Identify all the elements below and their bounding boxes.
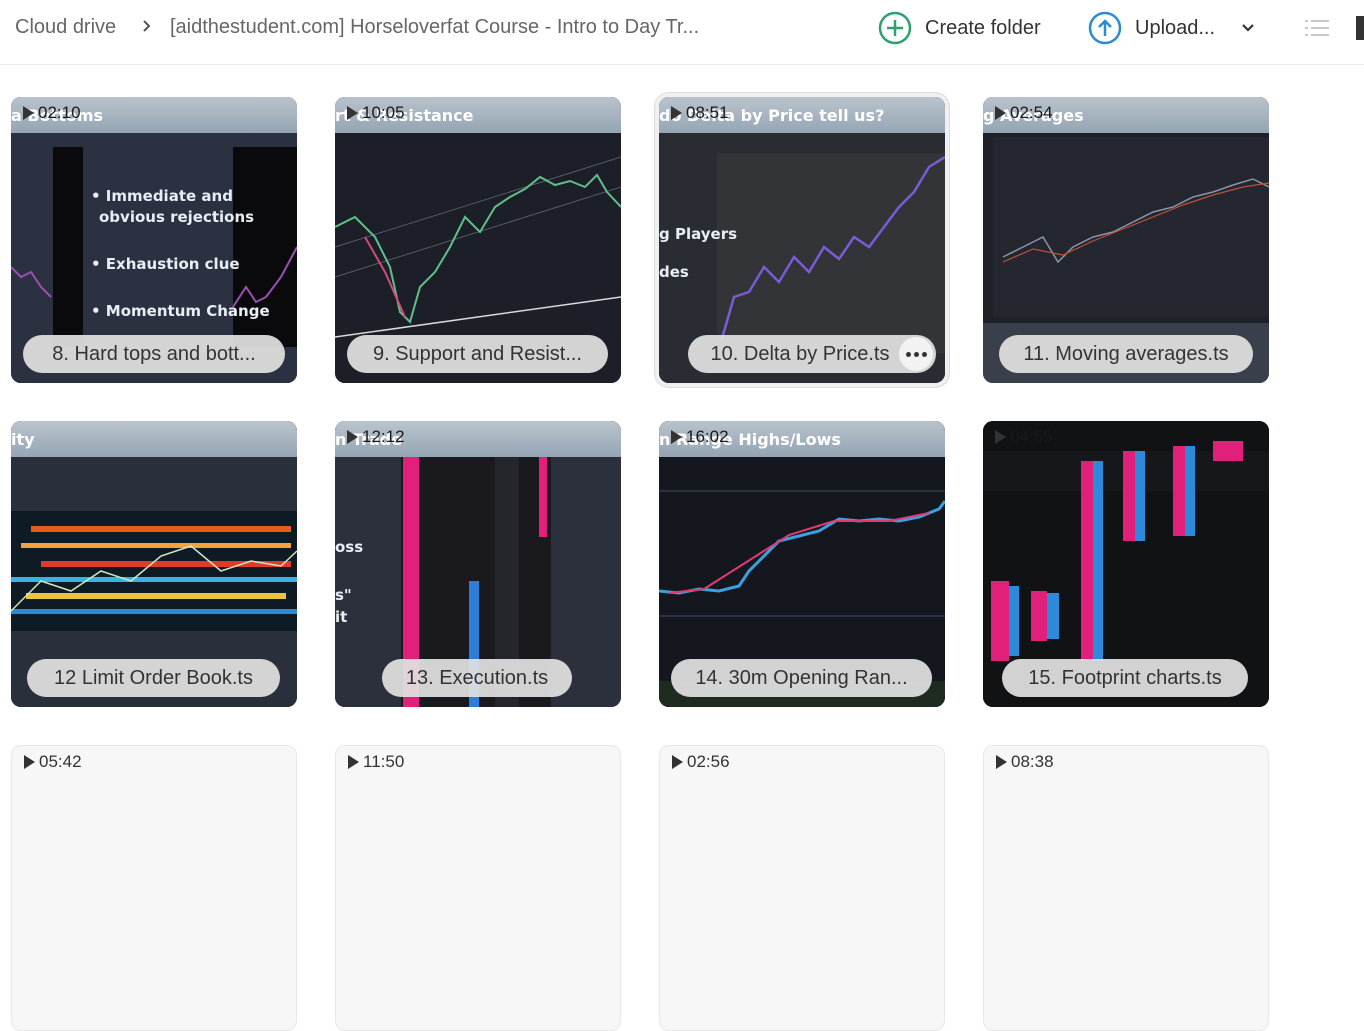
file-grid: a Bottoms • Immediate and obvious reject…	[0, 0, 1364, 1031]
slide-bullet: • Momentum Change	[91, 302, 270, 320]
video-tile[interactable]: rt & Resistance 10:05 9. Support and Res…	[335, 97, 621, 383]
slide-text: it	[335, 608, 348, 626]
video-tile[interactable]: ity 12 Limit Order Book.ts	[11, 421, 297, 707]
video-duration: 10:05	[347, 103, 405, 123]
slide-text: des	[659, 263, 689, 281]
video-duration: 02:56	[672, 752, 730, 772]
slide-bullet: obvious rejections	[99, 208, 255, 226]
slide-bullet: • Immediate and	[91, 187, 233, 205]
video-duration: 12:12	[347, 427, 405, 447]
video-duration: 08:38	[996, 752, 1054, 772]
video-duration: 02:54	[995, 103, 1053, 123]
video-tile[interactable]: 04:55 15. Footprint charts.ts	[983, 421, 1269, 707]
video-duration: 08:51	[671, 103, 729, 123]
play-icon	[671, 106, 682, 120]
file-name-label: 15. Footprint charts.ts	[1002, 659, 1248, 697]
video-tile[interactable]: 08:38	[983, 745, 1269, 1031]
play-icon	[995, 106, 1006, 120]
video-tile[interactable]: 11:50	[335, 745, 621, 1031]
file-name-label: 13. Execution.ts	[382, 659, 572, 697]
video-duration: 05:42	[24, 752, 82, 772]
file-name-label: 11. Moving averages.ts	[999, 335, 1253, 373]
file-name-label: 14. 30m Opening Ran...	[671, 659, 932, 697]
video-tile[interactable]: a Bottoms • Immediate and obvious reject…	[11, 97, 297, 383]
video-tile[interactable]: n Trade oss s" it 12:12 13. Execution.ts	[335, 421, 621, 707]
thumbnail-title-strip	[11, 421, 297, 457]
play-icon	[347, 106, 358, 120]
thumbnail-title: ity	[11, 430, 35, 449]
slide-bullet: • Exhaustion clue	[91, 255, 240, 273]
more-options-button[interactable]	[899, 337, 933, 371]
video-duration: 02:10	[23, 103, 81, 123]
video-tile[interactable]: 05:42	[11, 745, 297, 1031]
video-tile[interactable]: n Range Highs/Lows 16:02 14. 30m Opening…	[659, 421, 945, 707]
play-icon	[348, 755, 359, 769]
file-name-label: 12 Limit Order Book.ts	[27, 659, 280, 697]
play-icon	[24, 755, 35, 769]
video-duration: 11:50	[348, 752, 404, 772]
video-tile[interactable]: g Averages 02:54 11. Moving averages.ts	[983, 97, 1269, 383]
play-icon	[672, 755, 683, 769]
video-duration: 16:02	[671, 427, 729, 447]
play-icon	[347, 430, 358, 444]
file-name-label: 8. Hard tops and bott...	[23, 335, 285, 373]
play-icon	[23, 106, 34, 120]
slide-text: g Players	[659, 225, 738, 243]
slide-text: oss	[335, 538, 364, 556]
slide-text: s"	[335, 586, 352, 604]
play-icon	[671, 430, 682, 444]
play-icon	[996, 755, 1007, 769]
video-tile-selected[interactable]: do Delta by Price tell us? g Players des…	[659, 97, 945, 383]
video-tile[interactable]: 02:56	[659, 745, 945, 1031]
file-name-label: 9. Support and Resist...	[347, 335, 608, 373]
video-duration: 04:55	[995, 427, 1053, 447]
play-icon	[995, 430, 1006, 444]
